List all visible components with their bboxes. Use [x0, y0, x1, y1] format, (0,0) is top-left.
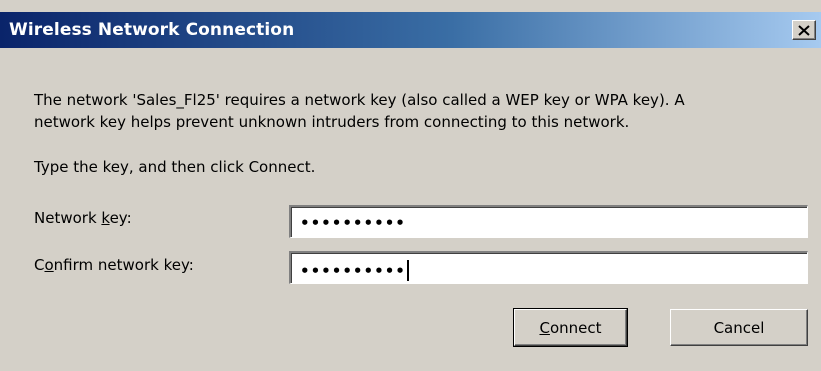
- cancel-button-label: Cancel: [713, 318, 765, 337]
- connect-button-accelerator: C: [539, 318, 550, 337]
- network-key-input[interactable]: ••••••••••: [289, 205, 808, 238]
- confirm-key-value-wrap: ••••••••••: [300, 260, 409, 281]
- confirm-network-key-input[interactable]: ••••••••••: [289, 251, 808, 284]
- connect-button[interactable]: Connect: [513, 308, 628, 347]
- close-button[interactable]: [792, 20, 816, 40]
- network-key-label-part2: ey:: [109, 209, 132, 227]
- message-line-2: network key helps prevent unknown intrud…: [34, 113, 630, 131]
- text-caret: [406, 260, 409, 281]
- dialog-title: Wireless Network Connection: [9, 20, 295, 40]
- message-line-1: The network 'Sales_Fl25' requires a netw…: [34, 91, 685, 109]
- connect-button-label: Connect: [539, 319, 601, 337]
- confirm-key-label-part1: C: [34, 256, 45, 274]
- network-key-label-part1: Network: [34, 209, 102, 227]
- instruction-text: Type the key, and then click Connect.: [34, 158, 316, 176]
- confirm-key-label-accelerator: o: [44, 256, 54, 274]
- confirm-key-label-part2: nfirm network key:: [53, 256, 194, 274]
- confirm-key-value: ••••••••••: [300, 262, 406, 280]
- network-key-label-accelerator: k: [101, 209, 110, 227]
- wireless-network-connection-dialog: Wireless Network Connection The network …: [0, 0, 821, 371]
- cancel-button[interactable]: Cancel: [670, 309, 808, 346]
- network-key-value: ••••••••••: [300, 214, 406, 232]
- close-icon: [798, 24, 810, 36]
- network-key-label: Network key:: [34, 209, 132, 227]
- title-bar[interactable]: Wireless Network Connection: [0, 12, 821, 48]
- connect-button-label-rest: onnect: [549, 318, 602, 337]
- confirm-network-key-label: Confirm network key:: [34, 256, 194, 274]
